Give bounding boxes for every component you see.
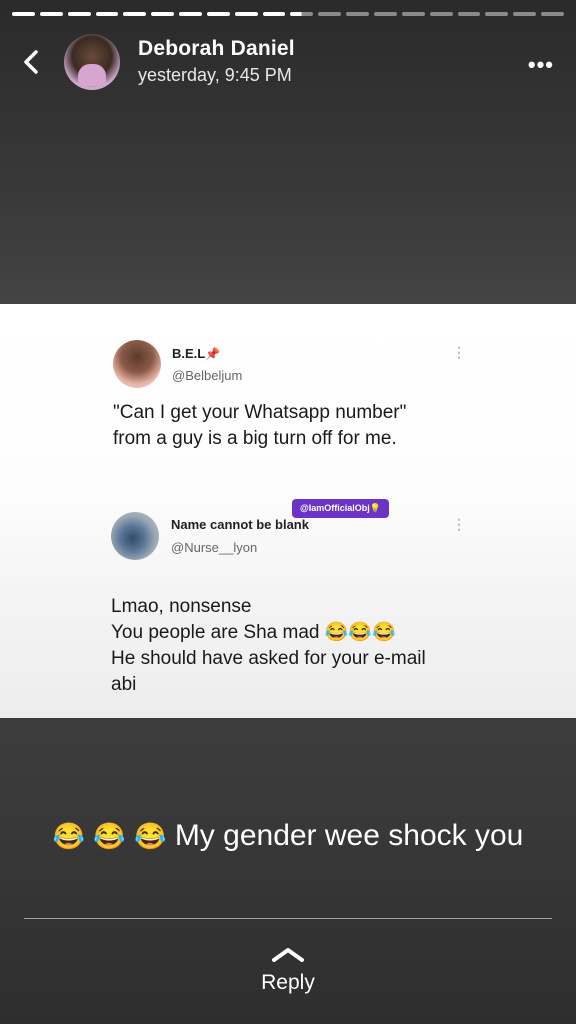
tweet-author-name-text: B.E.L — [172, 346, 206, 361]
watermark-text: @IamOfficialObj — [300, 503, 370, 513]
progress-segment — [179, 12, 202, 16]
progress-segment — [262, 12, 286, 16]
tweet-text-line: Lmao, nonsense — [111, 596, 252, 617]
progress-segment — [485, 12, 509, 16]
tweet-text-line: You people are Sha mad 😂😂😂 — [111, 620, 426, 646]
tweet-more-icon: ⋮ — [452, 516, 466, 532]
progress-segment-current — [290, 12, 314, 16]
progress-segment — [346, 12, 369, 16]
lightbulb-icon: 💡 — [369, 503, 382, 513]
chevron-left-icon — [24, 50, 38, 74]
avatar[interactable] — [64, 34, 120, 90]
divider — [24, 918, 552, 919]
watermark-badge: @IamOfficialObj💡 — [292, 499, 390, 518]
story-caption: 😂 😂 😂 My gender wee shock you — [0, 814, 576, 858]
progress-segment — [541, 12, 564, 16]
tweet-author-name: Name cannot be blank — [171, 517, 309, 532]
tweet-text-line: abi — [111, 674, 137, 695]
progress-segment — [12, 12, 35, 16]
progress-segment — [429, 12, 453, 16]
tweet-handle: @Belbeljum — [172, 368, 243, 383]
tweet-text-line: "Can I get your Whatsapp number" — [113, 402, 407, 423]
more-options-icon[interactable]: ••• — [528, 52, 554, 78]
story-image: B.E.L📌 @Belbeljum ⋮ "Can I get your What… — [0, 304, 576, 718]
progress-segment — [206, 12, 230, 16]
tears-of-joy-emoji-icon: 😂 — [93, 821, 126, 851]
tweet-avatar — [113, 340, 161, 388]
story-timestamp: yesterday, 9:45 PM — [138, 65, 292, 85]
caption-text: My gender wee shock you — [174, 819, 524, 852]
tweet-author-name: B.E.L📌 — [172, 346, 220, 361]
author-name[interactable]: Deborah Daniel — [138, 37, 295, 61]
progress-segment — [513, 12, 537, 16]
reply-button[interactable]: Reply — [0, 971, 576, 995]
story-progress-bar — [12, 12, 564, 17]
tweet-text-span: You people are Sha mad — [111, 622, 320, 643]
tweet-text: "Can I get your Whatsapp number" from a … — [113, 400, 406, 452]
progress-segment — [401, 12, 425, 16]
progress-segment — [95, 12, 119, 16]
back-button[interactable] — [16, 42, 48, 82]
tweet-text-line: He should have asked for your e-mail — [111, 648, 426, 669]
progress-segment — [67, 12, 91, 16]
pin-icon: 📌 — [205, 347, 221, 361]
tears-of-joy-emoji-icon: 😂 — [134, 821, 167, 851]
tweet-text: Lmao, nonsense You people are Sha mad 😂😂… — [111, 594, 426, 698]
progress-segment — [234, 12, 258, 16]
laughing-emoji-icon: 😂😂😂 — [324, 622, 396, 643]
tweet-more-icon: ⋮ — [452, 344, 466, 360]
progress-segment — [151, 12, 175, 16]
progress-segment — [123, 12, 147, 16]
progress-segment — [373, 12, 397, 16]
progress-segment — [457, 12, 481, 16]
progress-segment — [39, 12, 63, 16]
tweet-avatar — [111, 512, 159, 560]
tweet-text-line: from a guy is a big turn off for me. — [113, 428, 397, 449]
chevron-up-icon[interactable] — [268, 944, 308, 964]
progress-segment — [318, 12, 342, 16]
story-header: Deborah Daniel yesterday, 9:45 PM ••• — [0, 34, 576, 94]
tweet-handle: @Nurse__lyon — [171, 540, 258, 555]
tears-of-joy-emoji-icon: 😂 — [52, 821, 86, 851]
